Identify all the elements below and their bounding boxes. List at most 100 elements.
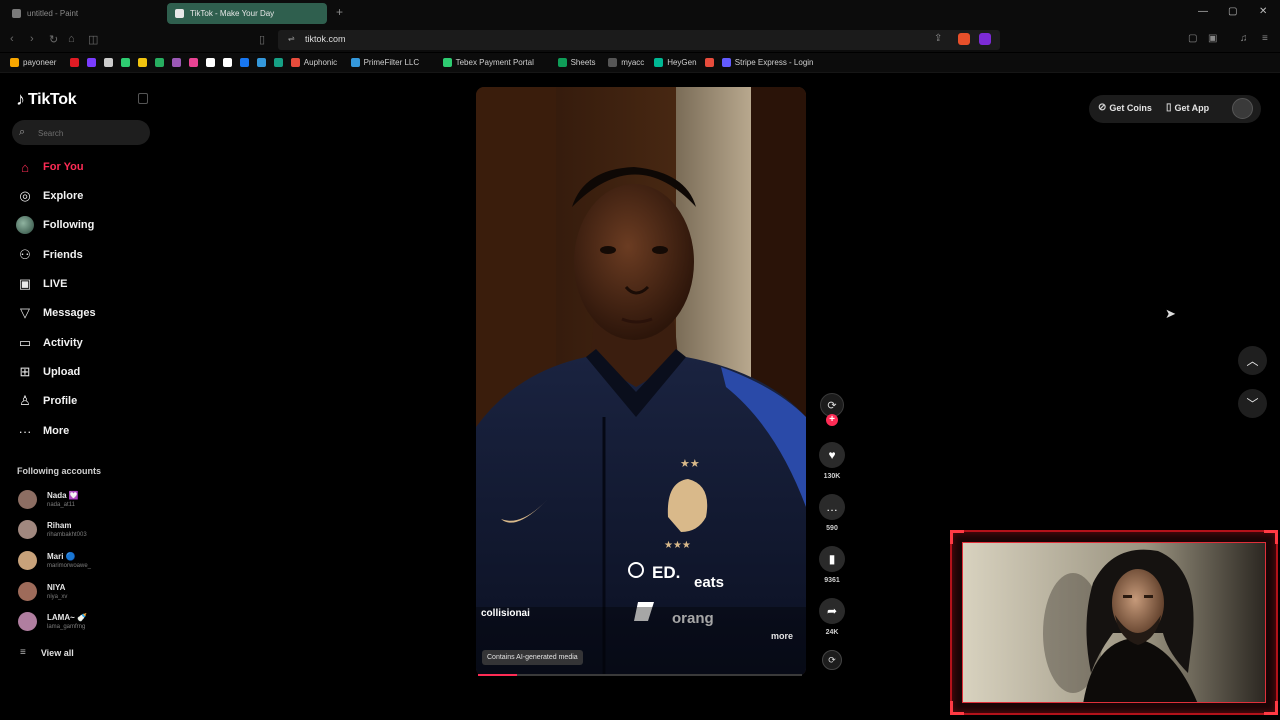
following-account[interactable]: Riham rihambakht003 <box>18 520 87 539</box>
following-account[interactable]: Nada 💟 nada_at11 <box>18 490 79 509</box>
url-box[interactable] <box>278 30 1000 50</box>
nav-activity[interactable]: ▭ Activity <box>14 332 83 354</box>
view-all-link[interactable]: ≡ View all <box>20 647 74 658</box>
bookmark-item[interactable] <box>171 58 185 67</box>
nav-label: Friends <box>43 249 83 261</box>
collapse-sidebar-icon[interactable] <box>138 93 148 104</box>
bookmark-icon[interactable]: ▮ <box>819 546 845 572</box>
chevron-up-icon: ︿ <box>1246 354 1259 368</box>
following-avatar-icon <box>16 216 34 234</box>
nav-friends[interactable]: ⚇ Friends <box>14 244 83 266</box>
tab-tiktok[interactable]: TikTok - Make Your Day <box>167 3 327 24</box>
forward-icon[interactable]: › <box>30 33 34 45</box>
chevron-down-icon: ﹀ <box>1246 397 1259 411</box>
nav-upload[interactable]: ⊞ Upload <box>14 361 81 383</box>
bookmark-item[interactable] <box>137 58 151 67</box>
nav-more[interactable]: ··· More <box>14 420 70 442</box>
jersey-sponsor-eats: eats <box>694 574 724 591</box>
tab-title: TikTok - Make Your Day <box>190 9 275 18</box>
following-account[interactable]: NIYA niya_xv <box>18 582 67 601</box>
bookmark-item[interactable]: Auphonic <box>290 58 337 67</box>
extensions-icon[interactable]: ▣ <box>1208 33 1217 44</box>
tab-paint[interactable]: untitled - Paint <box>4 3 164 24</box>
get-app-button[interactable]: ▯ Get App <box>1166 102 1209 113</box>
video-progress-bar[interactable] <box>478 674 802 676</box>
account-handle: marimorwoawe_ <box>47 562 92 569</box>
bookmark-item[interactable] <box>69 58 83 67</box>
bookmark-item[interactable] <box>154 58 168 67</box>
bookmark-item[interactable]: PrimeFilter LLC <box>350 58 419 67</box>
video-creator-name[interactable]: collisionai <box>481 608 530 619</box>
bookmark-item[interactable]: payoneer <box>10 58 56 67</box>
next-video-button[interactable]: ﹀ <box>1238 389 1267 418</box>
bookmark-item[interactable] <box>205 58 219 67</box>
compass-icon: ◎ <box>19 188 31 203</box>
avatar <box>18 490 37 509</box>
bookmark-favicon-icon <box>154 58 164 67</box>
following-account[interactable]: LAMA~ 🍼 lama_gamfrng <box>18 612 87 631</box>
back-icon[interactable]: ‹ <box>10 33 14 45</box>
like-action[interactable]: ♥ 130K <box>819 442 845 480</box>
nav-label: Following <box>43 219 95 231</box>
caption-more-link[interactable]: more <box>771 631 793 641</box>
sidebar-icon[interactable]: ◫ <box>88 33 98 46</box>
nav-messages[interactable]: ▽ Messages <box>14 302 96 324</box>
previous-video-button[interactable]: ︿ <box>1238 346 1267 375</box>
new-tab-button[interactable]: + <box>336 5 343 19</box>
bookmark-item[interactable]: Stripe Express - Login <box>721 58 814 67</box>
wallet-icon[interactable]: ▢ <box>1188 33 1197 44</box>
site-info-icon[interactable]: ⇌ <box>288 34 295 43</box>
nav-following[interactable]: Following <box>14 214 94 236</box>
nav-explore[interactable]: ◎ Explore <box>14 185 83 207</box>
bookmark-item[interactable] <box>239 58 253 67</box>
bookmark-item[interactable] <box>86 58 100 67</box>
tiktok-wordmark: TikTok <box>28 90 77 108</box>
url-text[interactable]: tiktok.com <box>305 34 346 44</box>
following-account[interactable]: Mari 🔵 marimorwoawe_ <box>18 551 91 570</box>
brave-shield-icon[interactable] <box>958 33 970 45</box>
menu-icon[interactable]: ≡ <box>1262 33 1268 44</box>
bookmark-item[interactable]: Tebex Payment Portal <box>442 58 534 67</box>
home-icon[interactable]: ⌂ <box>68 33 75 45</box>
user-avatar[interactable] <box>1232 98 1253 119</box>
account-name: Nada 💟 <box>47 490 79 500</box>
close-icon[interactable]: ✕ <box>1259 6 1267 17</box>
comment-icon[interactable]: … <box>819 494 845 520</box>
comment-action[interactable]: … 590 <box>819 494 845 532</box>
sound-disc-icon[interactable]: ⟳ <box>822 650 842 670</box>
nav-for-you[interactable]: ⌂ For You <box>14 156 84 178</box>
share-arrow-icon[interactable]: ➦ <box>819 598 845 624</box>
reload-icon[interactable]: ↻ <box>49 33 58 46</box>
bookmark-item[interactable] <box>222 58 236 67</box>
bookmark-item[interactable] <box>120 58 134 67</box>
maximize-icon[interactable]: ▢ <box>1228 6 1237 17</box>
bookmark-item[interactable] <box>256 58 270 67</box>
bookmark-item[interactable] <box>273 58 287 67</box>
bookmark-item[interactable] <box>188 58 202 67</box>
nav-label: For You <box>43 161 84 173</box>
bookmark-label: Stripe Express - Login <box>734 58 814 67</box>
search-input[interactable] <box>38 127 138 139</box>
share-action[interactable]: ➦ 24K <box>819 598 845 636</box>
bookmark-item[interactable]: Sheets <box>557 58 596 67</box>
bookmark-item[interactable] <box>704 58 718 67</box>
minimize-icon[interactable]: — <box>1198 6 1208 17</box>
rewards-icon[interactable] <box>979 33 991 45</box>
get-coins-button[interactable]: ⊘ Get Coins <box>1098 102 1152 113</box>
tiktok-logo[interactable]: ♪ TikTok <box>16 89 77 110</box>
bookmark-favicon-icon <box>69 58 79 67</box>
bookmark-page-icon[interactable]: ▯ <box>259 33 265 46</box>
bookmark-item[interactable]: myacc <box>608 58 644 67</box>
bookmark-label: payoneer <box>23 58 57 67</box>
media-icon[interactable]: ♫ <box>1240 33 1248 44</box>
nav-profile[interactable]: ♙ Profile <box>14 390 77 412</box>
nav-live[interactable]: ▣ LIVE <box>14 273 68 295</box>
follow-plus-button[interactable]: + <box>826 414 838 426</box>
bookmark-favicon-icon <box>103 58 113 67</box>
bookmark-item[interactable]: HeyGen <box>654 58 697 67</box>
video-player[interactable]: ★★ ★★★ ED. eats orang <box>476 87 806 676</box>
bookmark-item[interactable] <box>103 58 117 67</box>
save-action[interactable]: ▮ 9361 <box>819 546 845 584</box>
heart-icon[interactable]: ♥ <box>819 442 845 468</box>
share-icon[interactable]: ⇪ <box>934 33 942 44</box>
